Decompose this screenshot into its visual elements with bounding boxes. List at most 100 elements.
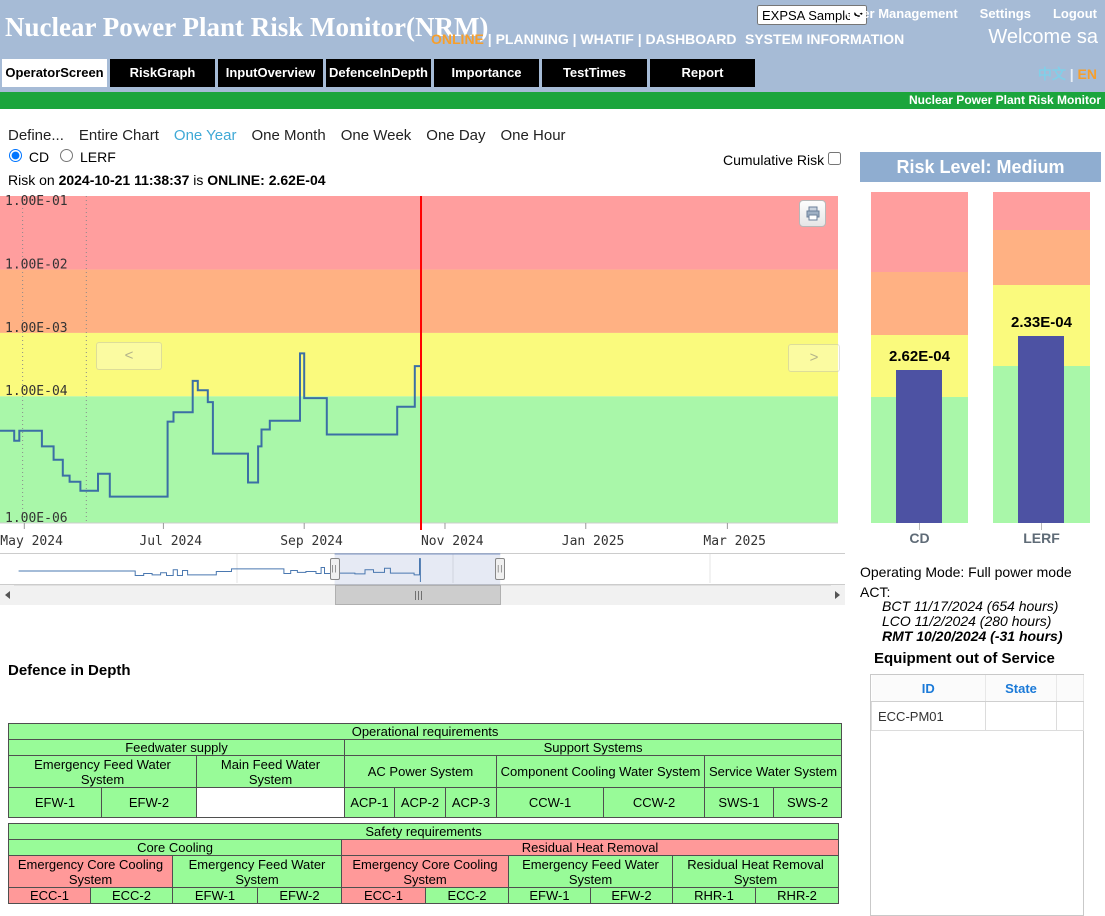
did-cell-support-systems: Support Systems <box>345 740 842 756</box>
equipment-table: IDStateECC-PM01 <box>871 675 1084 731</box>
gauge-bar-cd <box>896 370 942 523</box>
did-cell-residual-heat-removal-system: Residual Heat Removal System <box>673 856 839 888</box>
thumb-grip-icon <box>418 591 419 600</box>
menu-separator: | <box>484 31 496 47</box>
navigator-selected-range[interactable] <box>335 553 501 585</box>
x-tick-label: Jul 2024 <box>139 534 202 549</box>
x-tick-label: Jan 2025 <box>562 534 625 549</box>
did-cell-ecc-1: ECC-1 <box>9 888 91 904</box>
gauge-band <box>871 272 968 335</box>
scrollbar-left-arrow[interactable] <box>0 585 14 605</box>
top-link-logout[interactable]: Logout <box>1053 6 1097 21</box>
tab-operatorscreen[interactable]: OperatorScreen <box>2 59 107 87</box>
gauge-axis-tick <box>1041 523 1042 530</box>
gauge-label-lerf: LERF <box>993 530 1090 546</box>
menu-separator: | <box>569 31 581 47</box>
top-links: User Management Settings Logout <box>824 6 1097 21</box>
lang-zh-link[interactable]: 中文 <box>1038 66 1066 82</box>
scrollbar-right-arrow[interactable] <box>831 585 845 605</box>
did-row: Feedwater supplySupport Systems <box>9 740 842 756</box>
range-link-one-week[interactable]: One Week <box>341 127 412 144</box>
cumulative-risk-control: Cumulative Risk <box>723 149 844 168</box>
did-cell-safety-requirements: Safety requirements <box>9 824 839 840</box>
range-link-entire-chart[interactable]: Entire Chart <box>79 127 159 144</box>
app-title: Nuclear Power Plant Risk Monitor(NRM) <box>5 12 488 43</box>
x-tick-label: May 2024 <box>0 534 63 549</box>
x-tick-label: Sep 2024 <box>280 534 343 549</box>
did-cell-rhr-2: RHR-2 <box>756 888 839 904</box>
equipment-header-row: IDState <box>872 675 1084 702</box>
tab-inputoverview[interactable]: InputOverview <box>218 59 323 87</box>
metric-radio-cd[interactable] <box>9 149 22 162</box>
gauge-axis-tick <box>919 523 920 530</box>
y-tick-label: 1.00E-01 <box>5 194 68 209</box>
did-cell-emergency-feed-water-system: Emergency Feed Water System <box>509 856 673 888</box>
range-link-one-year[interactable]: One Year <box>174 127 237 144</box>
did-cell-efw-1: EFW-1 <box>509 888 591 904</box>
menu-item-planning[interactable]: PLANNING <box>496 31 569 47</box>
act-items: BCT 11/17/2024 (654 hours)LCO 11/2/2024 … <box>882 599 1063 644</box>
did-row: Safety requirements <box>9 824 839 840</box>
lang-en-link[interactable]: EN <box>1078 66 1097 82</box>
did-row: ECC-1ECC-2EFW-1EFW-2ECC-1ECC-2EFW-1EFW-2… <box>9 888 839 904</box>
equipment-column-header[interactable]: State <box>986 675 1057 702</box>
tab-riskgraph[interactable]: RiskGraph <box>110 59 215 87</box>
y-tick-label: 1.00E-02 <box>5 257 68 272</box>
top-header: Nuclear Power Plant Risk Monitor(NRM) EX… <box>0 0 1105 92</box>
chart-scroll-left-button[interactable]: < <box>96 342 162 370</box>
tab-importance[interactable]: Importance <box>434 59 539 87</box>
chart-navigator[interactable] <box>0 553 845 585</box>
scrollbar-thumb[interactable] <box>335 585 501 605</box>
menu-item-online[interactable]: ONLINE <box>431 31 484 47</box>
did-cell-main-feed-water-system: Main Feed Water System <box>197 756 345 788</box>
risk-caption-value: ONLINE: 2.62E-04 <box>207 172 325 188</box>
gauge-label-cd: CD <box>871 530 968 546</box>
risk-caption-mid: is <box>189 172 207 188</box>
chart-scroll-right-button[interactable]: > <box>788 344 840 372</box>
cumulative-risk-checkbox[interactable] <box>828 152 841 165</box>
gauge-lerf <box>993 192 1090 523</box>
risk-trend-chart: May 2024Jul 2024Sep 2024Nov 2024Jan 2025… <box>0 192 845 552</box>
equipment-table-container: IDStateECC-PM01 <box>870 674 1084 916</box>
metric-radio-lerf[interactable] <box>60 149 73 162</box>
did-cell-service-water-system: Service Water System <box>705 756 842 788</box>
equipment-column-header[interactable] <box>1057 675 1084 702</box>
top-link-settings[interactable]: Settings <box>980 6 1031 21</box>
green-banner: Nuclear Power Plant Risk Monitor <box>0 92 1105 109</box>
left-triangle-icon <box>1 591 10 599</box>
navigator-right-handle[interactable]: || <box>495 558 505 580</box>
y-tick-label: 1.00E-06 <box>5 511 68 526</box>
did-cell-acp-3: ACP-3 <box>446 788 497 818</box>
operator-screen-page: Nuclear Power Plant Risk Monitor(NRM) EX… <box>0 0 1105 916</box>
did-cell-empty <box>197 788 345 818</box>
act-item: RMT 10/20/2024 (-31 hours) <box>882 629 1063 644</box>
tab-bar: OperatorScreenRiskGraphInputOverviewDefe… <box>2 59 755 87</box>
equipment-cell <box>1057 702 1084 731</box>
equipment-column-header[interactable]: ID <box>872 675 986 702</box>
tab-testtimes[interactable]: TestTimes <box>542 59 647 87</box>
did-cell-ecc-2: ECC-2 <box>91 888 173 904</box>
tab-report[interactable]: Report <box>650 59 755 87</box>
act-item: LCO 11/2/2024 (280 hours) <box>882 614 1063 629</box>
range-link-one-hour[interactable]: One Hour <box>501 127 566 144</box>
range-link-define[interactable]: Define... <box>8 127 64 144</box>
navigator-left-handle[interactable]: || <box>330 558 340 580</box>
act-item: BCT 11/17/2024 (654 hours) <box>882 599 1063 614</box>
operating-mode-line: Operating Mode: Full power mode <box>860 564 1072 580</box>
range-link-one-day[interactable]: One Day <box>426 127 485 144</box>
print-chart-button[interactable] <box>799 200 826 227</box>
did-cell-efw-1: EFW-1 <box>173 888 258 904</box>
menu-item-dashboard[interactable]: DASHBOARD <box>646 31 737 47</box>
band-elevated-orange <box>0 270 838 333</box>
range-link-one-month[interactable]: One Month <box>251 127 325 144</box>
top-link-user-management[interactable]: User Management <box>846 6 958 21</box>
safety-requirements-table: Safety requirementsCore CoolingResidual … <box>8 823 839 904</box>
did-cell-sws-1: SWS-1 <box>705 788 774 818</box>
gauge-value-cd: 2.62E-04 <box>871 348 968 365</box>
menu-item-system-information[interactable]: SYSTEM INFORMATION <box>745 31 904 47</box>
gauge-band <box>993 230 1090 285</box>
did-cell-ac-power-system: AC Power System <box>345 756 497 788</box>
tab-defenceindepth[interactable]: DefenceInDepth <box>326 59 431 87</box>
did-cell-efw-1: EFW-1 <box>9 788 102 818</box>
menu-item-whatif[interactable]: WHATIF <box>580 31 633 47</box>
